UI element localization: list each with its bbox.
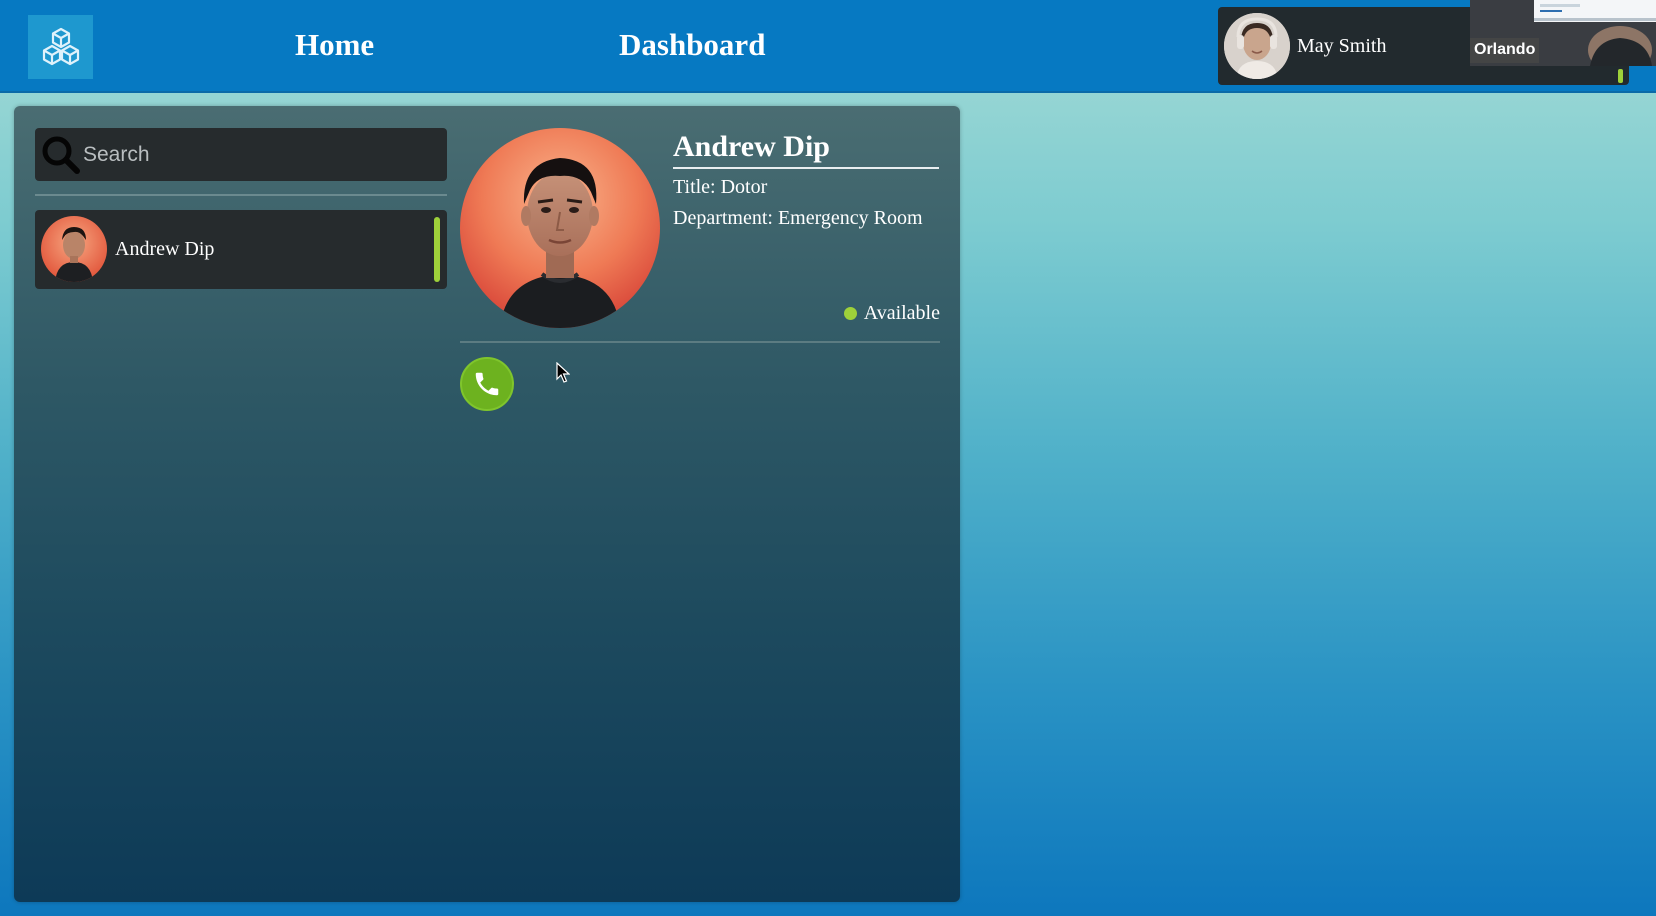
contact-status-indicator [434, 217, 440, 282]
cubes-logo-icon [42, 27, 79, 66]
video-call-thumbnail[interactable]: Orlando [1470, 0, 1656, 66]
profile-title: Title: Dotor [673, 176, 768, 198]
contact-name: Andrew Dip [115, 238, 215, 260]
search-icon [42, 136, 80, 174]
video-participant-label: Orlando [1470, 38, 1540, 63]
search-input[interactable] [83, 138, 433, 172]
contact-avatar [41, 216, 107, 282]
search-box[interactable] [35, 128, 447, 181]
nav-dashboard-link[interactable]: Dashboard [619, 27, 765, 63]
profile-photo [460, 128, 660, 328]
call-button[interactable] [460, 357, 514, 411]
contacts-panel: Andrew Dip [14, 106, 960, 902]
profile-department: Department: Emergency Room [673, 207, 923, 229]
user-name: May Smith [1297, 35, 1387, 57]
status-label: Available [863, 302, 940, 324]
sidebar-divider [35, 194, 447, 196]
top-navigation-bar: Home Dashboard May Smith Orlando [0, 0, 1656, 93]
phone-icon [475, 372, 499, 396]
profile-divider [460, 341, 940, 343]
nav-home-link[interactable]: Home [295, 27, 374, 63]
status-dot-icon [843, 307, 857, 320]
contact-list-item[interactable]: Andrew Dip [35, 210, 447, 289]
mouse-cursor-icon [556, 362, 570, 383]
profile-name: Andrew Dip [673, 130, 939, 169]
user-status-indicator [1618, 69, 1623, 83]
user-avatar [1224, 13, 1290, 79]
app-logo[interactable] [28, 15, 93, 79]
availability-status: Available [843, 302, 940, 325]
